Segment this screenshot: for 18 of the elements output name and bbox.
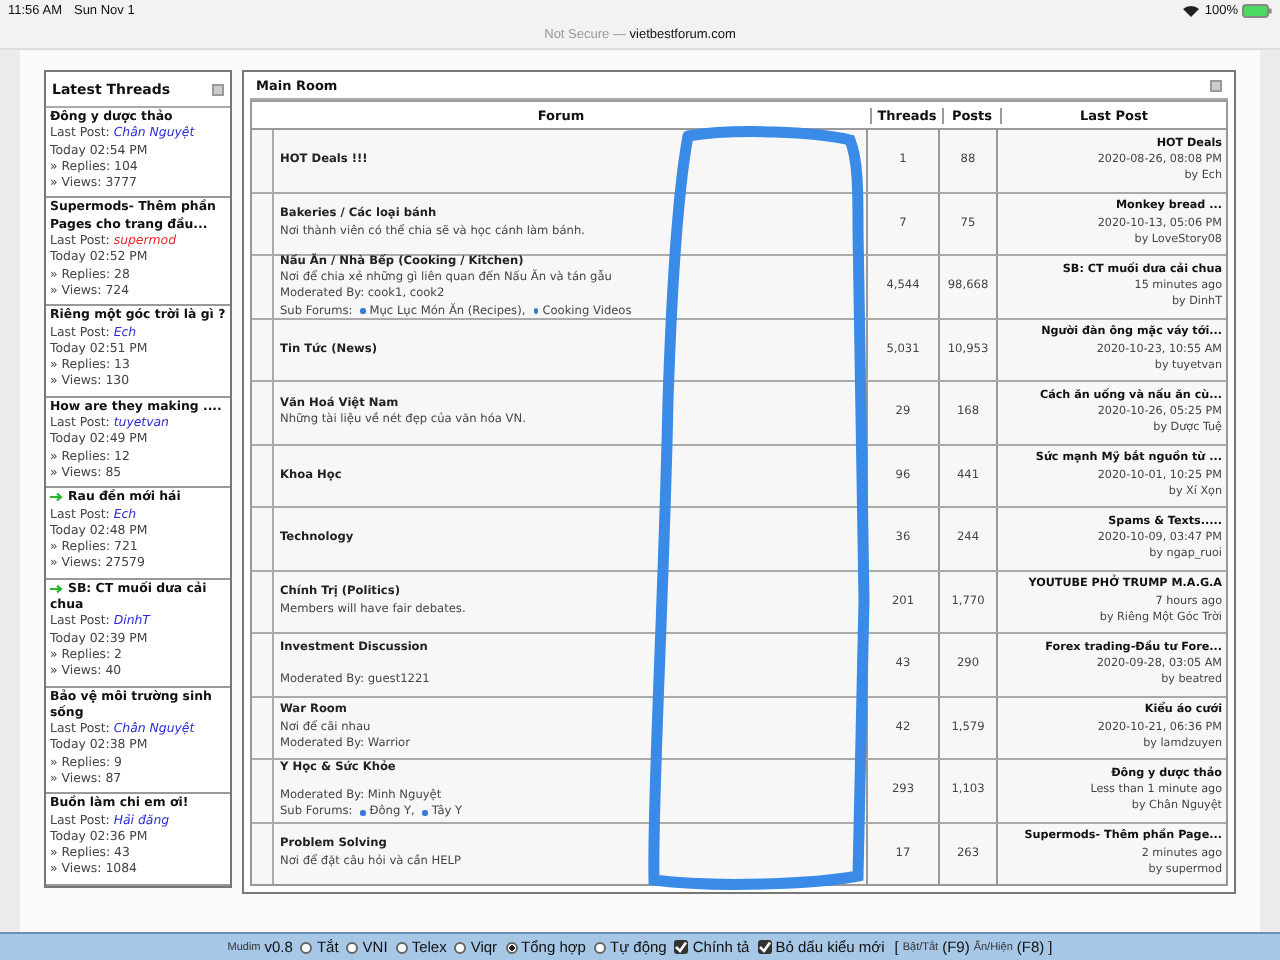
bullet-icon (360, 308, 366, 314)
radio-button[interactable] (300, 941, 313, 953)
collapse-icon[interactable] (212, 83, 224, 95)
bullet-icon (360, 810, 366, 816)
checkbox[interactable] (757, 940, 772, 954)
radio-button[interactable] (593, 941, 606, 953)
bullet-icon (533, 308, 539, 314)
arrow-icon (50, 492, 64, 503)
arrow-icon (50, 583, 64, 594)
bullet-icon (422, 810, 428, 816)
checkbox[interactable] (674, 940, 689, 954)
battery-icon (1242, 4, 1272, 18)
radio-button[interactable] (454, 941, 467, 953)
radio-button[interactable] (395, 941, 408, 953)
radio-button[interactable] (346, 941, 359, 953)
collapse-icon[interactable] (1210, 79, 1222, 91)
wifi-icon (1182, 4, 1201, 18)
radio-button[interactable] (505, 941, 518, 953)
